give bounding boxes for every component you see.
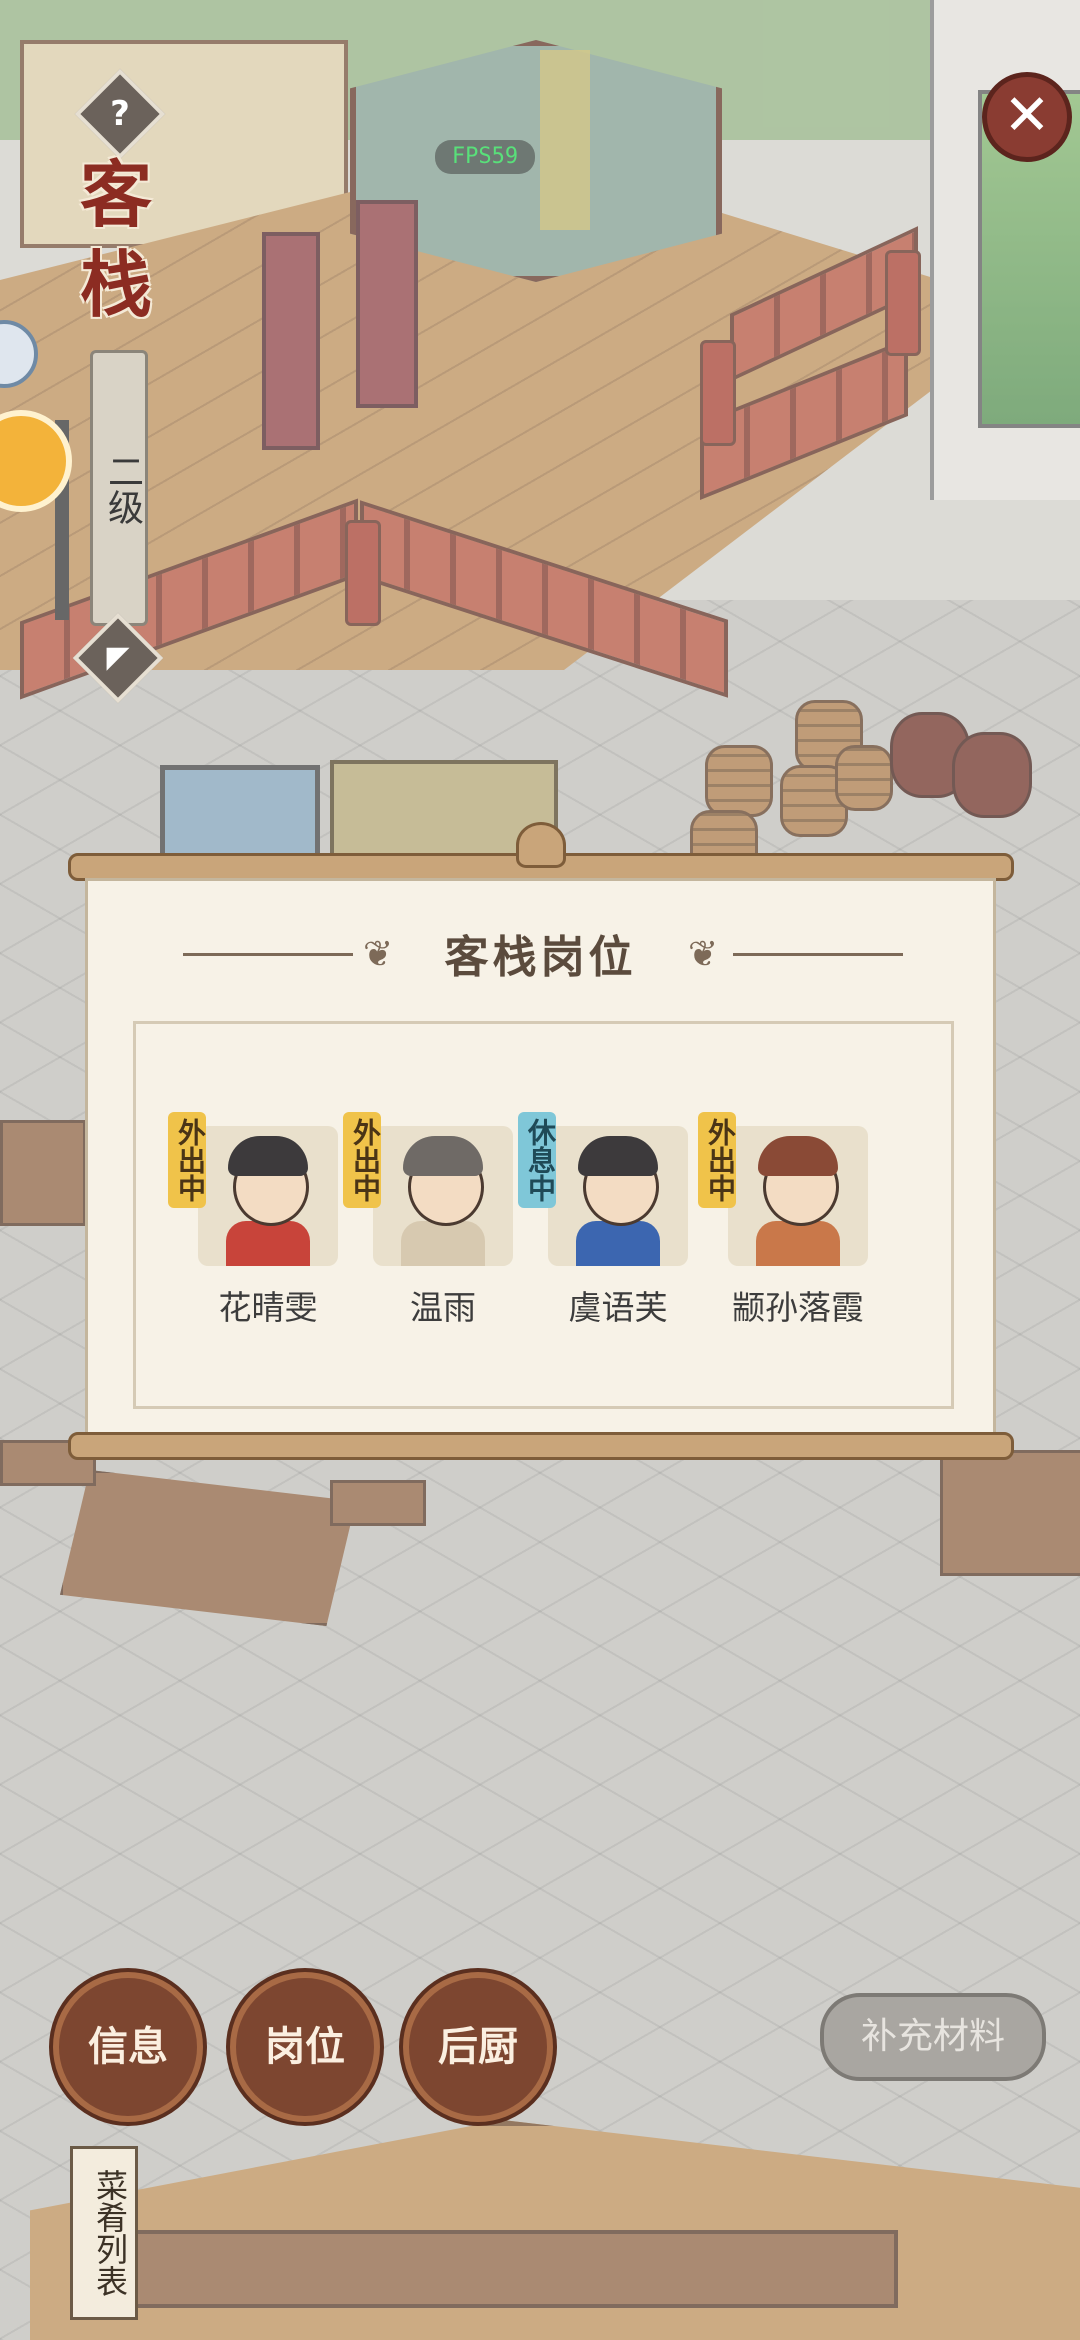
folding-door-right [356, 200, 418, 408]
status-badge: 休息中 [518, 1112, 557, 1208]
status-badge: 外出中 [168, 1112, 207, 1208]
scroll-rod-bottom [68, 1432, 1014, 1460]
swirl-right-icon: ❦ [688, 934, 719, 975]
staff-hair [403, 1136, 483, 1176]
staff-card[interactable]: 外出中 温雨 [343, 1112, 513, 1327]
staff-outfit [226, 1221, 310, 1266]
staff-name: 温雨 [410, 1288, 476, 1327]
staff-portrait [373, 1126, 513, 1266]
staff-outfit [576, 1221, 660, 1266]
kitchen-button[interactable]: 后厨 [403, 1972, 553, 2122]
staff-panel: 客栈岗位 ❦ ❦ 外出中 花晴雯 外出中 温雨 休息中 虞语芙 外出中 颛孙落霞 [85, 878, 996, 1444]
dish-list-button[interactable]: 菜肴列表 [70, 2146, 138, 2320]
wine-jar [952, 732, 1032, 818]
question-icon: ? [110, 94, 130, 134]
staff-portrait [548, 1126, 688, 1266]
title-divider-right [733, 953, 903, 956]
staff-name: 虞语芙 [568, 1288, 668, 1327]
staff-portrait [728, 1126, 868, 1266]
barrel [835, 745, 893, 811]
info-button[interactable]: 信息 [53, 1972, 203, 2122]
staff-card[interactable]: 休息中 虞语芙 [518, 1112, 688, 1327]
title-divider-left [183, 953, 353, 956]
railing-post [700, 340, 736, 446]
bed-curtain [540, 50, 590, 230]
status-badge: 外出中 [698, 1112, 737, 1208]
staff-name: 颛孙落霞 [732, 1288, 864, 1327]
staff-outfit [401, 1221, 485, 1266]
close-button[interactable]: ✕ [982, 72, 1072, 162]
railing-post [345, 520, 381, 626]
side-table [0, 1120, 86, 1226]
staff-card[interactable]: 外出中 花晴雯 [168, 1112, 338, 1327]
level-text: 二级 [102, 453, 143, 525]
arrow-up-icon: ◤ [106, 640, 130, 675]
positions-button[interactable]: 岗位 [230, 1972, 380, 2122]
staff-outfit [756, 1221, 840, 1266]
staff-hair [758, 1136, 838, 1176]
staff-hair [228, 1136, 308, 1176]
scroll-knot-icon [516, 822, 566, 868]
staff-portrait [198, 1126, 338, 1266]
level-indicator: 二级 [90, 350, 148, 626]
staff-hair [578, 1136, 658, 1176]
replenish-materials-button[interactable]: 补充材料 [820, 1993, 1046, 2081]
dining-table [940, 1450, 1080, 1576]
barrel [705, 745, 773, 817]
staff-name: 花晴雯 [218, 1288, 318, 1327]
staff-card[interactable]: 外出中 颛孙落霞 [698, 1112, 868, 1327]
swirl-left-icon: ❦ [363, 934, 394, 975]
dining-bench [330, 1480, 426, 1526]
kitchen-shelf [130, 2230, 898, 2308]
status-badge: 外出中 [343, 1112, 382, 1208]
railing-post [885, 250, 921, 356]
building-name: 客栈 [79, 152, 152, 327]
fps-counter: FPS59 [435, 140, 535, 174]
folding-door-left [262, 232, 320, 450]
